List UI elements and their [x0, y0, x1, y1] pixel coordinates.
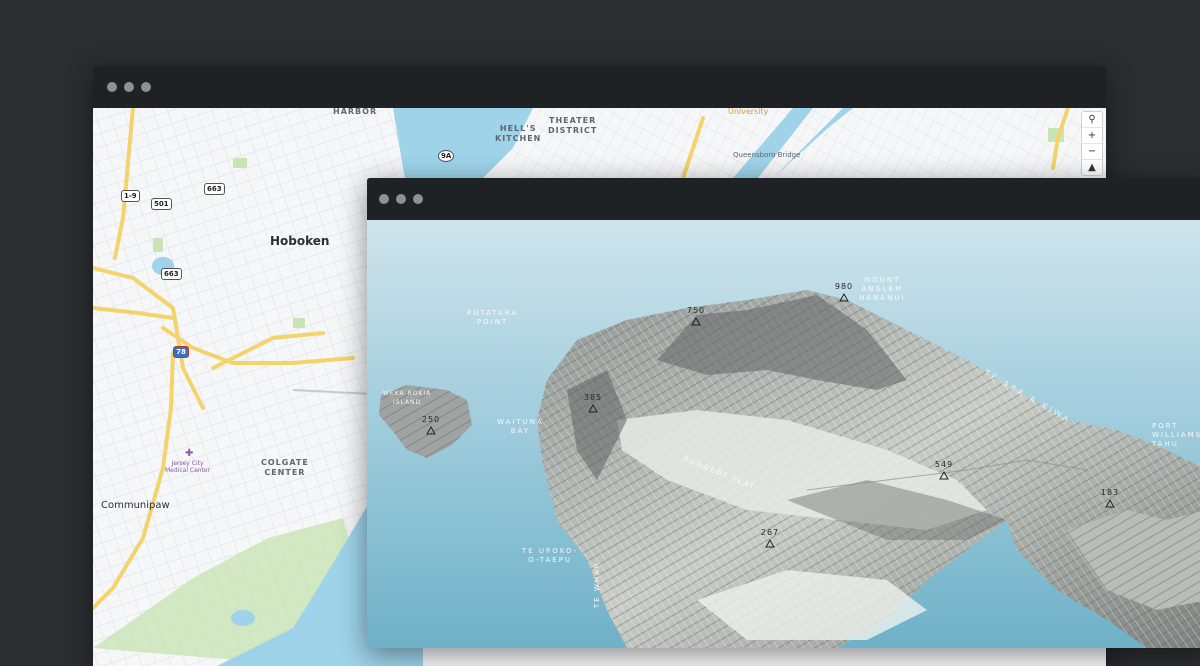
district-label: COLGATE CENTER	[261, 458, 309, 477]
compass-icon[interactable]: ▲	[1082, 160, 1102, 175]
window-dot	[141, 82, 151, 92]
terrain-canvas	[367, 220, 1200, 648]
route-shield: 663	[204, 183, 225, 195]
peak-elevation: 250	[421, 415, 441, 424]
terrain-map-viewport[interactable]: PUTATARA POINT WAITUNA BAY TE UPOKO- O-T…	[367, 220, 1200, 648]
peak-icon	[426, 426, 436, 435]
route-shield: 663	[161, 268, 182, 280]
titlebar	[93, 66, 1106, 108]
peak-elevation: 750	[686, 306, 706, 315]
interstate-shield: 78	[173, 346, 189, 358]
bay-label: WAITUNA BAY	[497, 418, 544, 435]
district-label: HARBOR	[333, 108, 378, 116]
district-label: HELL'S KITCHEN	[495, 124, 542, 143]
peak-marker[interactable]: 250	[411, 415, 451, 435]
water-label: TE WHAR	[593, 561, 601, 608]
window-dot	[413, 194, 423, 204]
peak-icon	[588, 404, 598, 413]
bridge-label: Queensboro Bridge	[733, 151, 801, 159]
window-dot	[396, 194, 406, 204]
route-shield: 1-9	[121, 190, 140, 202]
window-dot	[107, 82, 117, 92]
city-label[interactable]: Communipaw	[101, 500, 170, 511]
peak-icon	[939, 471, 949, 480]
titlebar	[367, 178, 1200, 220]
peak-icon	[691, 317, 701, 326]
peak-elevation: 183	[1100, 488, 1120, 497]
water-label: TE UPOKO- O-TAEPU	[522, 547, 579, 564]
window-dot	[124, 82, 134, 92]
zoom-out-button[interactable]: −	[1082, 144, 1102, 160]
peak-marker[interactable]: 750	[676, 306, 716, 326]
peak-elevation: 385	[583, 393, 603, 402]
district-label: THEATER DISTRICT	[548, 116, 598, 135]
search-icon[interactable]: ⚲	[1082, 112, 1102, 128]
point-label: PUTATARA POINT	[467, 309, 519, 326]
peak-elevation: 267	[760, 528, 780, 537]
terrain-map-window: PUTATARA POINT WAITUNA BAY TE UPOKO- O-T…	[367, 178, 1200, 648]
map-controls: ⚲ + − ▲	[1082, 112, 1102, 175]
hospital-icon[interactable]: ✚	[185, 448, 193, 459]
poi-label: University	[728, 108, 769, 116]
peak-elevation: 980	[834, 282, 854, 291]
window-dot	[379, 194, 389, 204]
peak-icon	[1105, 499, 1115, 508]
island-label: WEKA ROKIA ISLAND	[383, 390, 432, 406]
peak-marker[interactable]: 385	[573, 393, 613, 413]
peak-marker[interactable]: 267	[750, 528, 790, 548]
peak-elevation: 549	[934, 460, 954, 469]
peak-marker[interactable]: 183	[1090, 488, 1130, 508]
zoom-in-button[interactable]: +	[1082, 128, 1102, 144]
poi-label: Jersey City Medical Center	[165, 460, 211, 474]
city-label[interactable]: Hoboken	[270, 234, 329, 248]
peak-icon	[765, 539, 775, 548]
peak-icon	[839, 293, 849, 302]
mountain-label: MOUNT ANGLEM HANANUI	[859, 276, 906, 302]
route-shield: 501	[151, 198, 172, 210]
peak-marker[interactable]: 549	[924, 460, 964, 480]
port-label: PORT WILLIAMS TAHU	[1152, 422, 1200, 448]
peak-marker[interactable]: 980	[824, 282, 864, 302]
